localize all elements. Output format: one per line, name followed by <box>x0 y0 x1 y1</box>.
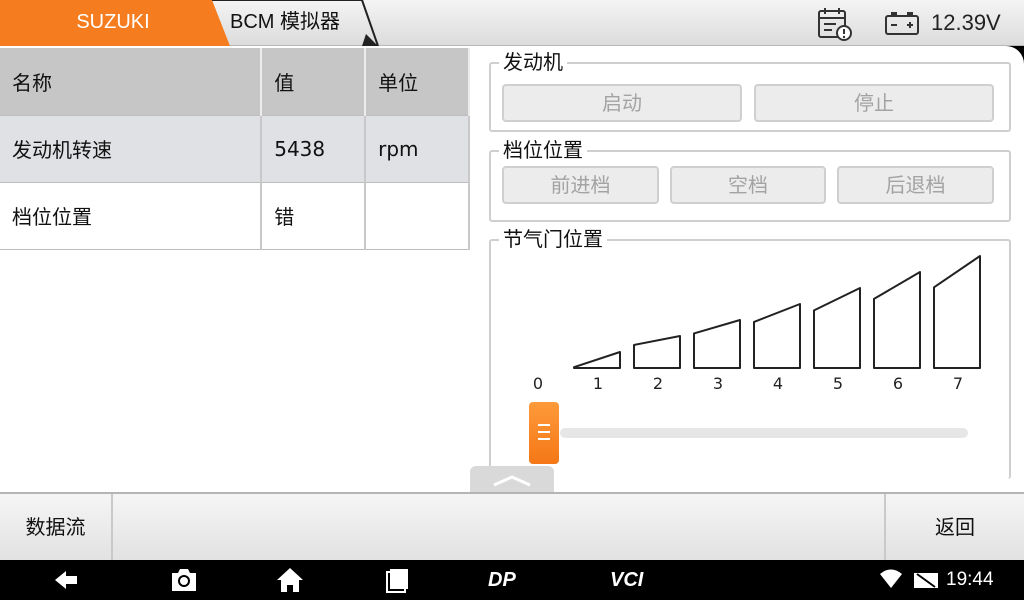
throttle-level-label: 0 <box>533 374 543 393</box>
chevron-up-icon <box>493 475 531 487</box>
main-panel: 名称 值 单位 发动机转速 5438 rpm 档位位置 错 发动机 启动 停止 … <box>0 46 1024 492</box>
dp-label[interactable]: DP <box>488 560 516 600</box>
throttle-level-bar-5 <box>813 287 861 369</box>
tab-brand-label: SUZUKI <box>76 11 150 33</box>
throttle-level-label: 7 <box>953 374 963 393</box>
throttle-level-label: 2 <box>653 374 663 393</box>
tab-brand[interactable]: SUZUKI <box>0 0 232 46</box>
throttle-level-label: 4 <box>773 374 783 393</box>
tab-module-label: BCM 模拟器 <box>230 11 340 33</box>
calendar-alert-icon[interactable] <box>816 6 854 42</box>
sim-icon <box>914 573 938 588</box>
throttle-level-label: 1 <box>593 374 603 393</box>
collapse-handle[interactable] <box>470 466 554 492</box>
throttle-level-bar-7 <box>933 255 981 369</box>
system-nav-bar: DP VCI 19:44 <box>0 560 1024 600</box>
throttle-level-bar-4 <box>753 303 801 369</box>
system-clock: 19:44 <box>946 569 994 590</box>
throttle-level-bar-2 <box>633 335 681 369</box>
battery-icon <box>885 12 919 35</box>
top-bar: SUZUKI BCM 模拟器 12.39V <box>0 0 1024 46</box>
back-button[interactable]: 返回 <box>884 494 1024 560</box>
bottom-action-bar: 数据流 返回 <box>0 492 1024 560</box>
recent-apps-icon[interactable] <box>380 560 412 600</box>
tab-module[interactable]: BCM 模拟器 <box>212 0 382 46</box>
throttle-slider-handle[interactable] <box>529 402 559 464</box>
data-stream-button[interactable]: 数据流 <box>0 494 113 560</box>
throttle-level-bar-3 <box>693 319 741 369</box>
back-icon[interactable] <box>50 560 82 600</box>
throttle-level-label: 5 <box>833 374 843 393</box>
vci-label[interactable]: VCI <box>610 560 643 600</box>
throttle-level-label: 3 <box>713 374 723 393</box>
battery-voltage: 12.39V <box>931 10 1001 35</box>
camera-icon[interactable] <box>168 560 200 600</box>
wifi-icon <box>880 569 902 588</box>
home-icon[interactable] <box>274 560 306 600</box>
throttle-level-bar-1 <box>573 351 621 369</box>
throttle-slider-track[interactable] <box>560 428 968 438</box>
throttle-level-label: 6 <box>893 374 903 393</box>
throttle-level-chart: 0 1 2 3 4 5 6 7 <box>533 255 981 393</box>
throttle-level-bar-6 <box>873 271 921 369</box>
